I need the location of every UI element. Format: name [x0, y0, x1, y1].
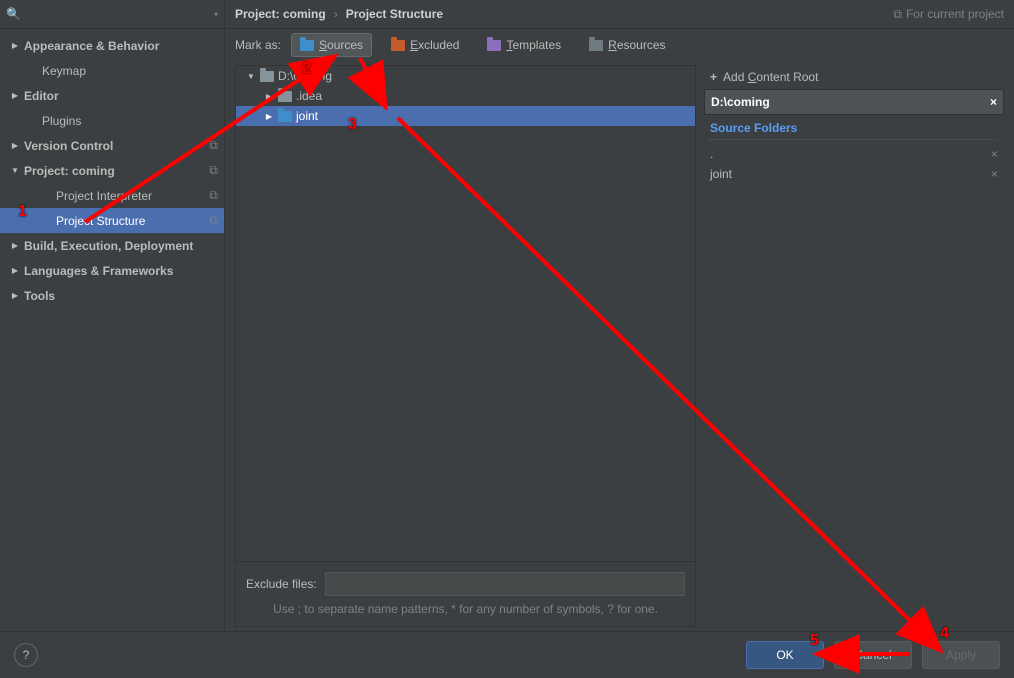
settings-tree: ▶ Appearance & Behavior Keymap ▶ Editor Plugi…	[0, 29, 224, 631]
mark-excluded-button[interactable]: Excluded	[382, 33, 468, 57]
folder-label: D:\coming	[278, 69, 332, 83]
content-root-path: D:\coming	[711, 95, 770, 109]
sidebar-item-tools[interactable]: ▶ Tools	[0, 283, 224, 308]
chevron-right-icon: ▶	[10, 266, 20, 275]
sidebar-item-languages-frameworks[interactable]: ▶ Languages & Frameworks	[0, 258, 224, 283]
mark-as-label: Mark as:	[235, 38, 281, 52]
excluded-folder-icon	[391, 40, 405, 51]
folder-icon	[260, 71, 274, 82]
close-icon[interactable]: ×	[990, 95, 997, 109]
sidebar-search-row: 🔍 ▾	[0, 0, 224, 29]
breadcrumb: Project: coming › Project Structure ⧉ Fo…	[225, 0, 1014, 29]
chevron-right-icon: ▶	[10, 241, 20, 250]
sidebar-item-label: Plugins	[42, 114, 218, 128]
source-folder-row[interactable]: .×	[710, 144, 998, 164]
exclude-files-input[interactable]	[325, 572, 685, 596]
scope-hint: ⧉ For current project	[893, 7, 1004, 22]
folder-icon	[278, 91, 292, 102]
copy-icon: ⧉	[209, 213, 218, 228]
dialog-footer: ? OK Cancel Apply	[0, 631, 1014, 678]
sidebar-item-label: Editor	[24, 89, 218, 103]
settings-sidebar: 🔍 ▾ ▶ Appearance & Behavior Keymap ▶ Editor P…	[0, 0, 225, 631]
folder-row-D-coming[interactable]: ▼ D:\coming	[236, 66, 695, 86]
chevron-right-icon: ▶	[264, 112, 274, 121]
help-button[interactable]: ?	[14, 643, 38, 667]
chevron-right-icon: ▶	[10, 91, 20, 100]
breadcrumb-segment: Project Structure	[346, 7, 443, 21]
folder-label: joint	[296, 109, 318, 123]
copy-icon: ⧉	[209, 188, 218, 203]
sidebar-item-build-execution-deployment[interactable]: ▶ Build, Execution, Deployment	[0, 233, 224, 258]
copy-icon: ⧉	[893, 7, 902, 22]
source-folder-label: joint	[710, 167, 732, 181]
sidebar-item-plugins[interactable]: Plugins	[0, 108, 224, 133]
sidebar-item-label: Build, Execution, Deployment	[24, 239, 218, 253]
sidebar-item-project-structure[interactable]: Project Structure⧉	[0, 208, 224, 233]
sidebar-item-label: Project: coming	[24, 164, 209, 178]
chevron-down-icon: ▼	[10, 166, 20, 175]
exclude-files-box: Exclude files: Use ; to separate name pa…	[236, 561, 695, 626]
sidebar-item-appearance-behavior[interactable]: ▶ Appearance & Behavior	[0, 33, 224, 58]
templates-folder-icon	[487, 40, 501, 51]
chevron-right-icon: ▶	[264, 92, 274, 101]
mark-sources-button[interactable]: Sources	[291, 33, 372, 57]
folder-row-joint[interactable]: ▶ joint	[236, 106, 695, 126]
chevron-right-icon: ›	[334, 7, 338, 21]
sidebar-item-project-interpreter[interactable]: Project Interpreter⧉	[0, 183, 224, 208]
folder-tree-panel: ▼ D:\coming ▶ .idea ▶ joint Exclude files: Us…	[235, 65, 696, 627]
mark-resources-button[interactable]: Resources	[580, 33, 674, 57]
mark-button-label: Excluded	[410, 38, 459, 52]
content-root-strip[interactable]: D:\coming ×	[704, 89, 1004, 115]
chevron-right-icon: ▶	[10, 41, 20, 50]
sidebar-item-label: Languages & Frameworks	[24, 264, 218, 278]
source-folders-header: Source Folders	[704, 115, 1004, 139]
exclude-files-hint: Use ; to separate name patterns, * for a…	[246, 596, 685, 616]
folder-icon	[278, 111, 292, 122]
sidebar-item-label: Project Interpreter	[56, 189, 209, 203]
chevron-down-icon: ▼	[246, 72, 256, 81]
breadcrumb-segment: Project: coming	[235, 7, 326, 21]
search-icon: 🔍	[6, 7, 21, 21]
folder-row--idea[interactable]: ▶ .idea	[236, 86, 695, 106]
source-folder-label: .	[710, 147, 713, 161]
copy-icon: ⧉	[209, 163, 218, 178]
sidebar-item-label: Keymap	[42, 64, 218, 78]
mark-templates-button[interactable]: Templates	[478, 33, 570, 57]
mark-button-label: Resources	[608, 38, 665, 52]
mark-button-label: Templates	[506, 38, 561, 52]
sidebar-item-label: Version Control	[24, 139, 209, 153]
sidebar-item-keymap[interactable]: Keymap	[0, 58, 224, 83]
exclude-files-label: Exclude files:	[246, 577, 317, 591]
mark-as-bar: Mark as: Sources Excluded Templates Resourc…	[225, 29, 1014, 61]
resources-folder-icon	[589, 40, 603, 51]
search-input[interactable]	[21, 6, 212, 23]
sidebar-item-editor[interactable]: ▶ Editor	[0, 83, 224, 108]
sidebar-item-label: Project Structure	[56, 214, 209, 228]
folder-label: .idea	[296, 89, 322, 103]
add-content-root-button[interactable]: + Add Content Root	[704, 65, 1004, 89]
apply-button[interactable]: Apply	[922, 641, 1000, 669]
sidebar-item-version-control[interactable]: ▶ Version Control⧉	[0, 133, 224, 158]
sidebar-item-label: Tools	[24, 289, 218, 303]
plus-icon: +	[710, 70, 717, 84]
source-folder-row[interactable]: joint ×	[710, 164, 998, 184]
chevron-down-icon: ▾	[214, 10, 218, 19]
sidebar-item-label: Appearance & Behavior	[24, 39, 218, 53]
remove-source-icon[interactable]: ×	[991, 167, 998, 181]
main-panel: Project: coming › Project Structure ⧉ Fo…	[225, 0, 1014, 631]
sidebar-item-project-coming[interactable]: ▼ Project: coming⧉	[0, 158, 224, 183]
chevron-right-icon: ▶	[10, 141, 20, 150]
source-folders-list: .×joint×	[710, 139, 998, 184]
copy-icon: ⧉	[209, 138, 218, 153]
ok-button[interactable]: OK	[746, 641, 824, 669]
chevron-right-icon: ▶	[10, 291, 20, 300]
cancel-button[interactable]: Cancel	[834, 641, 912, 669]
folder-tree: ▼ D:\coming ▶ .idea ▶ joint	[236, 66, 695, 561]
mark-button-label: Sources	[319, 38, 363, 52]
remove-source-icon[interactable]: ×	[991, 147, 998, 161]
sources-folder-icon	[300, 40, 314, 51]
content-roots-panel: + Add Content Root D:\coming × Source Fo…	[704, 65, 1004, 627]
